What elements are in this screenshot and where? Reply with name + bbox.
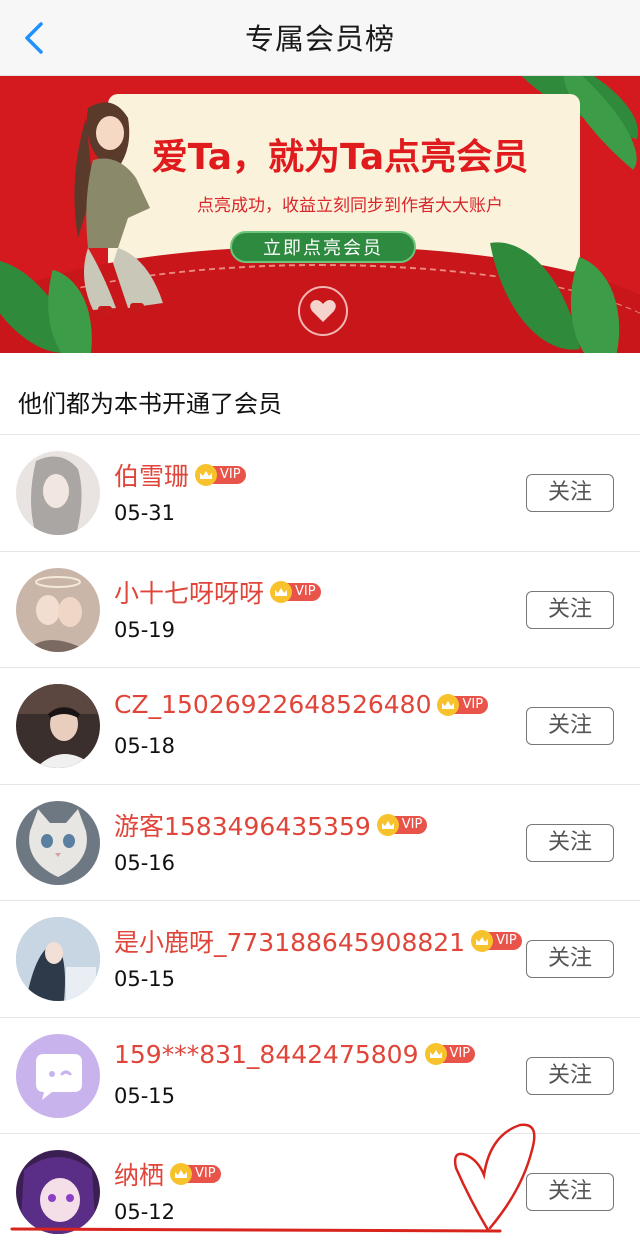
list-item[interactable]: 159***831_8442475809 VIP 05-15 关注 <box>0 1018 640 1134</box>
member-name[interactable]: 伯雪珊 <box>114 457 189 493</box>
list-item[interactable]: 小十七呀呀呀 VIP 05-19 关注 <box>0 552 640 668</box>
vip-badge: VIP <box>424 1043 476 1065</box>
banner-subtitle: 点亮成功，收益立刻同步到作者大大账户 <box>197 196 503 216</box>
avatar[interactable] <box>16 800 100 885</box>
vip-badge: VIP <box>170 1163 221 1185</box>
avatar[interactable] <box>16 567 100 652</box>
avatar[interactable] <box>16 1033 100 1118</box>
follow-button[interactable]: 关注 <box>526 1173 614 1211</box>
member-name[interactable]: 159***831_8442475809 <box>114 1040 419 1069</box>
member-date: 05-15 <box>114 967 176 991</box>
follow-button[interactable]: 关注 <box>526 590 614 629</box>
heart-seal-icon <box>298 286 348 336</box>
page-title: 专属会员榜 <box>244 22 395 56</box>
promo-banner[interactable]: 爱Ta，就为Ta点亮会员 点亮成功，收益立刻同步到作者大大账户 立即点亮会员 <box>0 76 640 353</box>
crown-icon <box>471 930 494 952</box>
avatar[interactable] <box>16 1150 100 1234</box>
member-date: 05-12 <box>114 1200 176 1224</box>
list-item[interactable]: 纳栖 VIP 05-12 关注 <box>0 1134 640 1243</box>
crown-icon <box>270 580 293 603</box>
vip-badge: VIP <box>195 464 246 486</box>
vip-badge: VIP <box>270 580 321 603</box>
avatar[interactable] <box>16 917 100 1001</box>
list-item[interactable]: CZ_15026922648526480 VIP 05-18 关注 <box>0 668 640 785</box>
avatar[interactable] <box>16 684 100 768</box>
member-name[interactable]: 游客1583496435359 <box>114 807 371 843</box>
vip-badge: VIP <box>471 930 522 952</box>
list-item[interactable]: 游客1583496435359 VIP 05-16 关注 <box>0 785 640 901</box>
member-date: 05-31 <box>114 501 176 525</box>
crown-icon <box>424 1043 447 1065</box>
crown-icon <box>437 693 460 716</box>
member-name[interactable]: 纳栖 <box>114 1156 164 1192</box>
member-name[interactable]: 是小鹿呀_773188645908821 <box>114 923 465 959</box>
crown-icon <box>170 1163 193 1185</box>
list-item[interactable]: 是小鹿呀_773188645908821 VIP 05-15 关注 <box>0 901 640 1018</box>
avatar[interactable] <box>16 451 100 535</box>
banner-headline: 爱Ta，就为Ta点亮会员 <box>151 137 529 178</box>
member-list: 伯雪珊 VIP 05-31 关注 小十七呀呀呀 VIP 05-19 关注 CZ_… <box>0 435 640 1243</box>
follow-button[interactable]: 关注 <box>526 940 614 978</box>
nav-bar: 专属会员榜 <box>0 0 640 76</box>
crown-icon <box>195 464 218 486</box>
vip-badge: VIP <box>437 693 489 716</box>
section-title: 他们都为本书开通了会员 <box>18 390 282 418</box>
member-date: 05-18 <box>114 734 176 758</box>
member-date: 05-15 <box>114 1083 176 1108</box>
list-item[interactable]: 伯雪珊 VIP 05-31 关注 <box>0 435 640 552</box>
light-up-membership-button[interactable]: 立即点亮会员 <box>230 231 416 263</box>
member-name[interactable]: 小十七呀呀呀 <box>114 574 264 610</box>
follow-button[interactable]: 关注 <box>526 823 614 862</box>
crown-icon <box>376 813 399 836</box>
vip-badge: VIP <box>376 813 428 836</box>
follow-button[interactable]: 关注 <box>526 474 614 512</box>
follow-button[interactable]: 关注 <box>526 707 614 745</box>
member-date: 05-16 <box>114 850 176 875</box>
member-date: 05-19 <box>114 617 176 642</box>
member-name[interactable]: CZ_15026922648526480 <box>114 690 431 719</box>
follow-button[interactable]: 关注 <box>526 1056 614 1095</box>
